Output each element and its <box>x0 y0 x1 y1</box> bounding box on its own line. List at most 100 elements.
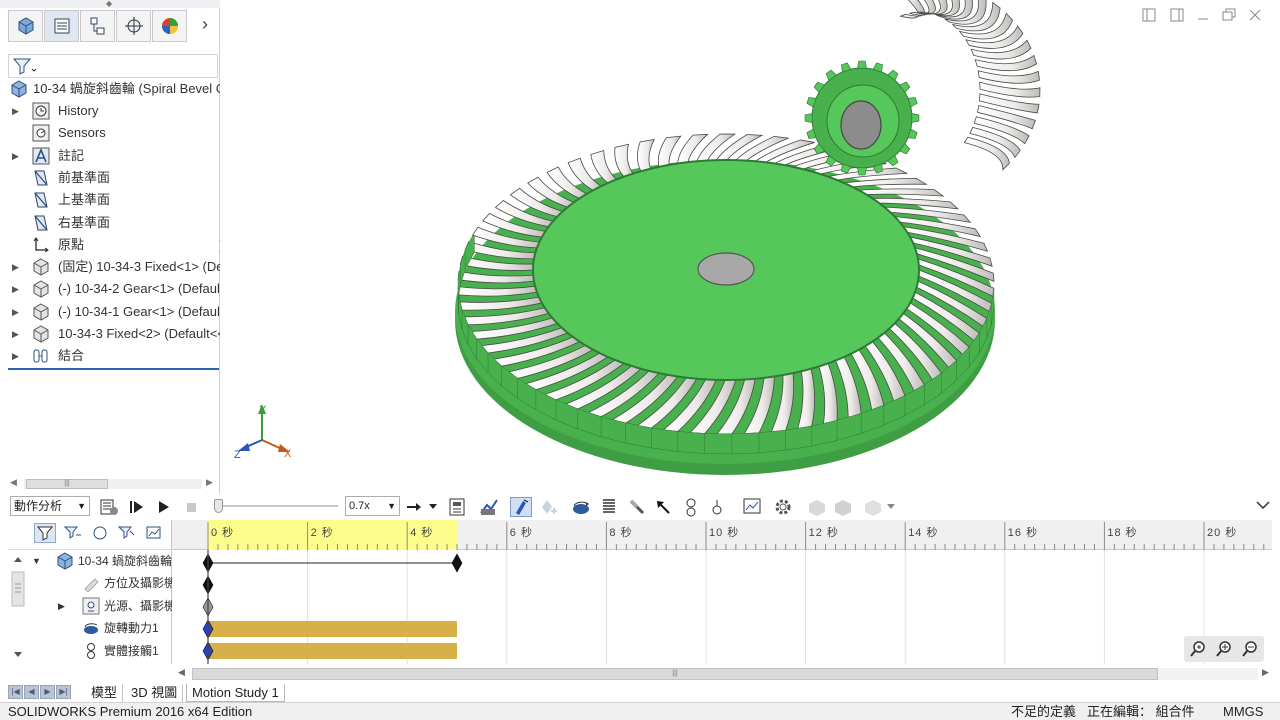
motion-tree-item[interactable]: 方位及攝影機視角 <box>8 572 172 594</box>
tree-root[interactable]: 10-34 蝸旋斜齒輪 (Spiral Bevel Gear) <box>8 78 220 100</box>
gear-icon[interactable] <box>772 497 794 517</box>
tree-item[interactable]: ▶ (-) 10-34-1 Gear<1> (Default<<Default>_… <box>8 301 220 323</box>
tree-item[interactable]: ▶ (-) 10-34-2 Gear<1> (Default<<Default>_… <box>8 278 220 300</box>
filter-results-icon[interactable] <box>116 523 138 543</box>
view-options-icon[interactable] <box>862 497 884 517</box>
tab-model[interactable]: 模型 <box>86 684 124 702</box>
chevron-right-icon[interactable]: › <box>202 14 208 35</box>
motion-tree-item[interactable]: 實體接觸1 <box>8 640 172 662</box>
filter-results-plot-icon[interactable] <box>144 523 166 543</box>
chevron-down-icon[interactable] <box>884 497 898 517</box>
tab-display-manager[interactable] <box>152 10 187 42</box>
collapse-motion-manager-icon[interactable] <box>1256 498 1270 513</box>
contact-icon[interactable] <box>680 497 702 517</box>
key-point[interactable] <box>451 553 463 573</box>
graphics-area[interactable]: Y X Z <box>220 0 1280 494</box>
motor-icon[interactable] <box>570 497 592 517</box>
filter-box[interactable] <box>8 54 218 78</box>
results-and-plots-icon[interactable] <box>742 497 764 517</box>
tree-item[interactable]: 右基準面 <box>8 212 220 234</box>
tree-item[interactable]: ▶ 10-34-3 Fixed<2> (Default<<Default>_Dis… <box>8 323 220 345</box>
scroll-left-icon[interactable]: ◀ <box>10 477 17 488</box>
motion-tree-vertical-scrollbar[interactable] <box>8 550 28 662</box>
rollback-bar[interactable] <box>8 368 219 370</box>
tree-item[interactable]: 前基準面 <box>8 167 220 189</box>
scroll-left-icon[interactable]: ◀ <box>178 667 185 678</box>
scroll-right-icon[interactable]: ▶ <box>1262 667 1269 678</box>
force-icon[interactable] <box>652 497 674 517</box>
tab-dimxpert-manager[interactable] <box>116 10 151 42</box>
play-from-start-icon[interactable] <box>126 497 148 517</box>
timeline-ruler[interactable]: 0 秒 2 秒 4 秒 6 秒 8 秒 10 秒 12 秒 14 秒 16 秒 18 秒 20 秒 <box>172 520 1272 550</box>
scroll-thumb[interactable]: ||| <box>192 668 1158 680</box>
contact-time-bar[interactable] <box>208 643 457 659</box>
plane-icon <box>32 169 52 187</box>
filter-selected-icon[interactable] <box>90 523 112 543</box>
timeline-horizontal-scrollbar[interactable]: ◀ ||| ▶ <box>172 664 1272 684</box>
tree-item[interactable]: 上基準面 <box>8 189 220 211</box>
scroll-right-icon[interactable]: ▶ <box>206 477 213 488</box>
filter-animated-icon[interactable] <box>34 523 56 543</box>
tree-item[interactable]: Sensors <box>8 122 220 144</box>
tree-item[interactable]: 原點 <box>8 234 220 256</box>
spiral-bevel-gear-model[interactable]: Y X Z <box>220 0 1280 494</box>
tree-item[interactable]: ▶ 結合 <box>8 345 220 367</box>
last-tab-icon[interactable]: ▶| <box>56 685 71 699</box>
motion-tree-item[interactable]: ▼ 10-34 蝸旋斜齒輪 (Spiral Bevel Gear) <box>8 550 172 572</box>
playback-slider[interactable] <box>212 498 340 514</box>
expand-arrow-icon[interactable]: ▶ <box>58 595 65 617</box>
zoom-in-icon[interactable] <box>1214 639 1234 659</box>
ring-gear[interactable] <box>455 133 995 475</box>
tab-feature-tree-assembly[interactable] <box>8 10 43 42</box>
previous-tab-icon[interactable]: ◀ <box>24 685 39 699</box>
next-tab-icon[interactable]: ▶ <box>40 685 55 699</box>
save-animation-icon[interactable] <box>446 497 468 517</box>
autokey-icon[interactable] <box>510 497 532 517</box>
chevron-down-icon[interactable] <box>426 497 440 517</box>
tab-motion-study-1[interactable]: Motion Study 1 <box>186 684 285 702</box>
tree-item[interactable]: ▶ History <box>8 100 220 122</box>
filter-driving-icon[interactable] <box>62 523 84 543</box>
motion-timeline[interactable]: 0 秒 2 秒 4 秒 6 秒 8 秒 10 秒 12 秒 14 秒 16 秒 18 秒 20 秒 <box>172 520 1272 664</box>
expand-arrow-icon[interactable]: ▶ <box>12 323 19 345</box>
playback-slider-knob[interactable] <box>214 499 223 513</box>
collapse-view-icon[interactable] <box>806 497 828 517</box>
unit-system[interactable]: MMGS <box>1223 703 1263 720</box>
motion-tree-item[interactable]: 旋轉動力1 <box>8 617 172 639</box>
panel-grip[interactable]: ◆ <box>0 0 220 8</box>
play-icon[interactable] <box>152 497 174 517</box>
damper-icon[interactable] <box>626 497 648 517</box>
zoom-to-fit-icon[interactable] <box>1188 639 1208 659</box>
motion-manager-toolbar: 動作分析 ▼ 0.7x ▼ <box>0 494 1280 520</box>
playback-speed-select[interactable]: 0.7x ▼ <box>345 496 400 516</box>
explode-view-icon[interactable] <box>832 497 854 517</box>
collapse-arrow-icon[interactable]: ▼ <box>32 550 41 572</box>
tab-configuration-manager[interactable] <box>80 10 115 42</box>
tab-property-manager[interactable] <box>44 10 79 42</box>
timeline-tracks[interactable] <box>172 550 1272 664</box>
tree-item[interactable]: ▶ 註記 <box>8 145 220 167</box>
add-key-icon[interactable] <box>538 497 560 517</box>
tree-horizontal-scrollbar[interactable]: ◀ ||| ▶ <box>8 476 218 492</box>
spring-icon[interactable] <box>598 497 620 517</box>
tab-3d-views[interactable]: 3D 視圖 <box>126 684 184 702</box>
tree-item[interactable]: ▶ (固定) 10-34-3 Fixed<1> (Default<<Default… <box>8 256 220 278</box>
expand-arrow-icon[interactable]: ▶ <box>12 301 19 323</box>
playback-mode-icon[interactable] <box>404 497 426 517</box>
expand-arrow-icon[interactable]: ▶ <box>12 100 19 122</box>
expand-arrow-icon[interactable]: ▶ <box>12 345 19 367</box>
calculate-icon[interactable] <box>98 497 120 517</box>
animation-wizard-icon[interactable] <box>478 497 500 517</box>
gravity-icon[interactable] <box>706 497 728 517</box>
first-tab-icon[interactable]: |◀ <box>8 685 23 699</box>
scroll-thumb[interactable]: ||| <box>26 479 108 489</box>
expand-arrow-icon[interactable]: ▶ <box>12 278 19 300</box>
expand-arrow-icon[interactable]: ▶ <box>12 256 19 278</box>
zoom-out-icon[interactable] <box>1240 639 1260 659</box>
study-type-select[interactable]: 動作分析 ▼ <box>10 496 90 516</box>
pinion-gear[interactable] <box>804 0 1041 176</box>
expand-arrow-icon[interactable]: ▶ <box>12 145 19 167</box>
motor-time-bar[interactable] <box>208 621 457 637</box>
stop-icon[interactable] <box>180 497 202 517</box>
motion-tree-item[interactable]: ▶ 光源、攝影機與佈景 <box>8 595 172 617</box>
